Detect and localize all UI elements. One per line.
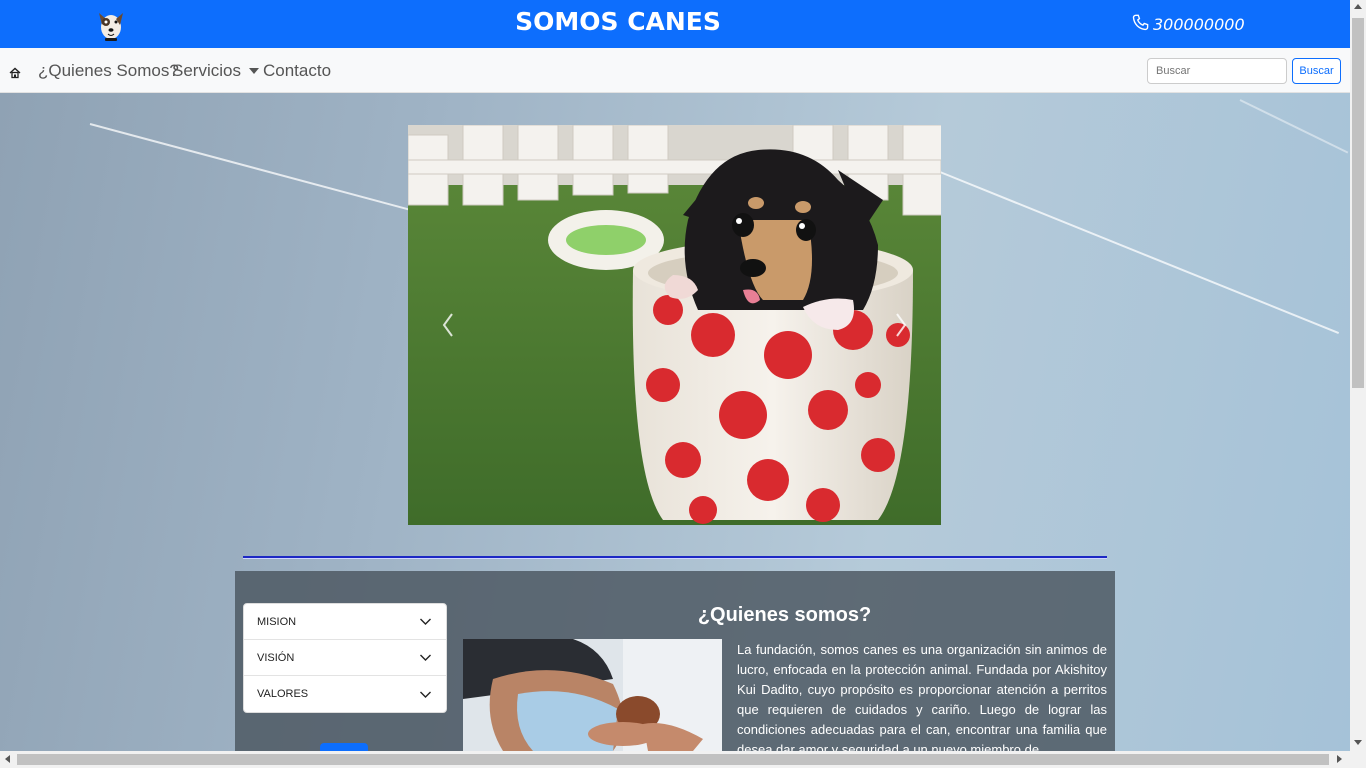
- main-navbar: ¿Quienes Somos? Servicios Contacto Busca…: [0, 48, 1350, 93]
- caret-down-icon: [248, 68, 259, 74]
- home-icon[interactable]: [9, 64, 21, 79]
- search-input[interactable]: [1147, 58, 1287, 84]
- nav-link-contacto[interactable]: Contacto: [263, 61, 331, 81]
- accordion-item-vision[interactable]: VISIÓN: [244, 640, 446, 676]
- accordion: MISION VISIÓN VALORES: [243, 603, 447, 713]
- scroll-left-icon[interactable]: [5, 755, 10, 763]
- scroll-right-icon[interactable]: [1337, 755, 1342, 763]
- section-divider: [243, 556, 1107, 559]
- accordion-label: VISIÓN: [257, 651, 295, 664]
- about-title: ¿Quienes somos?: [697, 604, 872, 626]
- contrail: [89, 123, 410, 211]
- search-button[interactable]: Buscar: [1292, 58, 1341, 84]
- about-photo: [463, 639, 722, 751]
- carousel-slide-image: [408, 125, 941, 525]
- chevron-right-icon[interactable]: [893, 312, 909, 338]
- nav-servicios-label: Servicios: [172, 61, 241, 80]
- accordion-label: VALORES: [257, 688, 309, 700]
- phone-number: 300000000: [1153, 15, 1245, 34]
- partial-button[interactable]: [320, 743, 368, 751]
- nav-link-quienes-somos[interactable]: ¿Quienes Somos?: [38, 61, 179, 81]
- vertical-scroll-thumb[interactable]: [1352, 18, 1364, 388]
- horizontal-scroll-thumb[interactable]: [17, 754, 1329, 765]
- chevron-down-icon: [420, 691, 431, 698]
- nav-dropdown-servicios[interactable]: Servicios: [172, 61, 259, 81]
- chevron-left-icon[interactable]: [440, 312, 456, 338]
- accordion-item-valores[interactable]: VALORES: [244, 676, 446, 712]
- scroll-down-icon[interactable]: [1354, 740, 1362, 745]
- phone-contact[interactable]: 300000000: [1132, 14, 1245, 35]
- contrail: [939, 171, 1340, 335]
- scroll-up-icon[interactable]: [1354, 4, 1362, 9]
- accordion-item-mision[interactable]: MISION: [244, 604, 446, 640]
- phone-icon: [1132, 14, 1149, 35]
- site-title: SOMOS CANES: [515, 7, 721, 36]
- accordion-label: MISION: [257, 615, 297, 628]
- contrail: [1239, 99, 1349, 154]
- chevron-down-icon: [420, 654, 431, 661]
- top-header: SOMOS CANES 300000000: [0, 0, 1350, 48]
- about-paragraph: La fundación, somos canes es una organiz…: [737, 642, 1107, 751]
- chevron-down-icon: [420, 618, 431, 625]
